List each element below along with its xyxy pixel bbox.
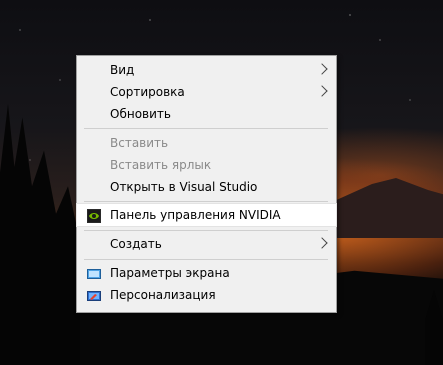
- menu-separator: [84, 259, 328, 260]
- menu-item-label: Обновить: [110, 107, 171, 121]
- menu-item-label: Сортировка: [110, 85, 185, 99]
- menu-item-label: Вставить ярлык: [110, 158, 212, 172]
- menu-item-sort[interactable]: Сортировка: [77, 81, 336, 103]
- chevron-right-icon: [316, 85, 328, 97]
- chevron-right-icon: [316, 237, 328, 249]
- menu-item-label: Вид: [110, 63, 135, 77]
- desktop-context-menu: Вид Сортировка Обновить Вставить Вставит…: [76, 55, 337, 313]
- personalization-icon: [87, 288, 101, 302]
- menu-item-display-settings[interactable]: Параметры экрана: [77, 262, 336, 284]
- menu-item-label: Персонализация: [110, 288, 216, 302]
- menu-item-open-visual-studio[interactable]: Открыть в Visual Studio: [77, 176, 336, 198]
- menu-item-paste-shortcut[interactable]: Вставить ярлык: [77, 154, 336, 176]
- menu-item-label: Открыть в Visual Studio: [110, 180, 258, 194]
- menu-item-paste[interactable]: Вставить: [77, 132, 336, 154]
- menu-item-label: Создать: [110, 237, 162, 251]
- menu-item-label: Параметры экрана: [110, 266, 230, 280]
- menu-item-refresh[interactable]: Обновить: [77, 103, 336, 125]
- menu-item-label: Панель управления NVIDIA: [110, 208, 281, 222]
- chevron-right-icon: [316, 63, 328, 75]
- menu-separator: [84, 230, 328, 231]
- menu-item-view[interactable]: Вид: [77, 59, 336, 81]
- menu-separator: [84, 201, 328, 202]
- menu-item-create[interactable]: Создать: [77, 233, 336, 255]
- nvidia-icon: [87, 208, 101, 223]
- menu-separator: [84, 128, 328, 129]
- display-settings-icon: [87, 266, 101, 280]
- menu-item-label: Вставить: [110, 136, 169, 150]
- menu-item-nvidia-control-panel[interactable]: Панель управления NVIDIA: [76, 203, 337, 227]
- menu-item-personalization[interactable]: Персонализация: [77, 284, 336, 306]
